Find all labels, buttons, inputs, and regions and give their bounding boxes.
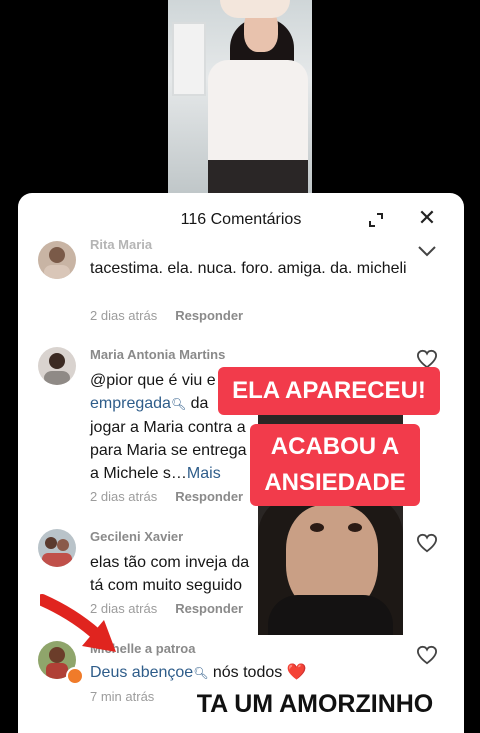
reply-button[interactable]: Responder (175, 489, 243, 504)
more-link[interactable]: Mais (187, 465, 221, 482)
comment-line-rest: da (186, 395, 209, 412)
comment-time: 2 dias atrás (90, 308, 158, 323)
avatar[interactable] (38, 347, 76, 385)
bottom-caption: TA UM AMORZINHO (178, 682, 452, 726)
like-heart-icon[interactable] (416, 349, 438, 369)
search-link[interactable]: empregada (90, 395, 171, 412)
comment-author[interactable]: Gecileni Xavier (90, 529, 183, 544)
comments-title: 116 Comentários (180, 211, 302, 228)
sticker-line: ACABOU A (270, 433, 400, 460)
comment-meta: 7 min atrás (90, 689, 154, 704)
avatar[interactable] (38, 529, 76, 567)
close-icon[interactable]: ✕ (416, 207, 438, 229)
comment-item: Rita Maria tacestima. ela. nuca. foro. a… (18, 233, 464, 333)
comment-author[interactable]: Rita Maria (90, 237, 152, 252)
sticker-acabou-ansiedade: ACABOU A ANSIEDADE (250, 424, 420, 506)
video-preview[interactable] (168, 0, 312, 196)
expand-icon[interactable] (366, 210, 386, 230)
like-heart-icon[interactable] (416, 645, 438, 665)
comment-truncated-text: a Michele s… (90, 465, 187, 482)
comment-meta: 2 dias atrás Responder (90, 489, 243, 504)
comment-time: 7 min atrás (90, 689, 155, 704)
like-heart-icon[interactable] (416, 533, 438, 553)
reply-button[interactable]: Responder (175, 308, 243, 323)
background-shelf (172, 22, 206, 96)
overlay-eye (348, 523, 362, 532)
reply-button[interactable]: Responder (175, 601, 243, 616)
overlay-shirt (268, 595, 393, 635)
comment-text: tacestima. ela. nuca. foro. amiga. da. m… (90, 260, 407, 277)
avatar[interactable] (38, 241, 76, 279)
comment-meta: 2 dias atrás Responder (90, 308, 243, 323)
person-hat (220, 0, 290, 18)
search-link[interactable]: Deus abençoe (90, 664, 193, 681)
overlay-eye (310, 523, 324, 532)
red-arrow-icon (36, 590, 120, 660)
comment-time: 2 dias atrás (90, 489, 158, 504)
sticker-ela-apareceu: ELA APARECEU! (218, 367, 440, 415)
person-skirt (208, 160, 308, 196)
like-heart-icon[interactable] (416, 241, 438, 261)
person-shirt (208, 60, 308, 170)
comment-text-rest: nós todos ❤️ (208, 664, 307, 681)
verified-badge-icon (66, 667, 84, 685)
comment-author[interactable]: Maria Antonia Martins (90, 347, 225, 362)
sticker-line: ANSIEDADE (264, 469, 406, 496)
